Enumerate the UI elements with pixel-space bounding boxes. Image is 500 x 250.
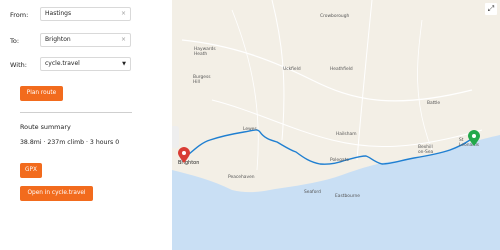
- place-label: Hailsham: [336, 131, 356, 137]
- plan-route-button[interactable]: Plan route: [20, 86, 63, 101]
- place-label-brighton: Brighton: [178, 160, 199, 166]
- place-label: Seaford: [304, 189, 321, 195]
- open-in-cycle-travel-button[interactable]: Open in cycle.travel: [20, 186, 93, 201]
- with-select-value: cycle.travel: [45, 60, 80, 67]
- to-input[interactable]: Brighton ×: [40, 33, 131, 47]
- place-label: Heathfield: [330, 66, 353, 72]
- place-label: Lewes: [243, 126, 257, 132]
- with-select[interactable]: cycle.travel ▼: [40, 57, 131, 71]
- map-canvas: Crowborough Haywards Heath Uckfield Heath…: [172, 0, 500, 250]
- place-label: Crowborough: [320, 13, 349, 19]
- chevron-down-icon: ▼: [122, 61, 126, 67]
- expand-icon[interactable]: ⤢: [485, 3, 497, 15]
- to-label: To:: [10, 37, 20, 45]
- gpx-button[interactable]: GPX: [20, 163, 42, 178]
- divider: [20, 112, 132, 113]
- clear-to-icon[interactable]: ×: [121, 34, 126, 46]
- sidebar: From: Hastings × To: Brighton × With: cy…: [0, 0, 172, 250]
- clear-from-icon[interactable]: ×: [121, 8, 126, 20]
- to-input-value: Brighton: [45, 36, 71, 43]
- route-summary-title: Route summary: [20, 123, 71, 131]
- route-summary-stats: 38.8mi · 237m climb · 3 hours 0: [20, 139, 120, 146]
- place-label: Uckfield: [283, 66, 301, 72]
- from-input-value: Hastings: [45, 10, 72, 17]
- from-input[interactable]: Hastings ×: [40, 7, 131, 21]
- place-label: Polegate: [330, 157, 349, 163]
- place-label: Eastbourne: [335, 193, 360, 199]
- with-label: With:: [10, 61, 27, 69]
- map-side-tab[interactable]: [172, 126, 179, 148]
- map[interactable]: Crowborough Haywards Heath Uckfield Heath…: [172, 0, 500, 250]
- place-label: Battle: [427, 100, 440, 106]
- place-label: Peacehaven: [228, 174, 255, 180]
- from-label: From:: [10, 11, 29, 19]
- place-label: Bexhill on-Sea: [418, 144, 434, 155]
